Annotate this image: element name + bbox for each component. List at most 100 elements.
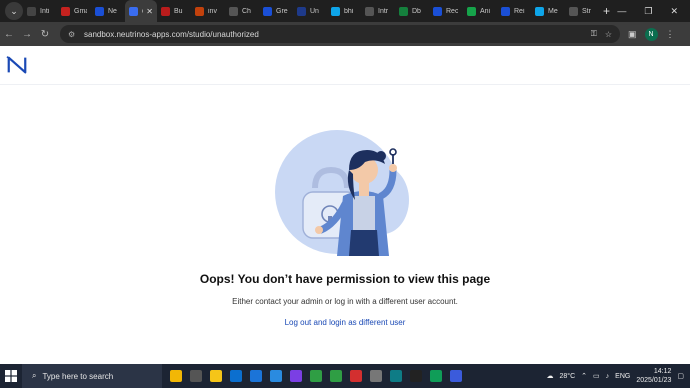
menu-dots-icon[interactable]: ⋮ — [666, 29, 675, 40]
weather-cloud-icon[interactable]: ☁ — [547, 372, 554, 380]
neutrinos-logo-icon[interactable] — [6, 54, 28, 76]
bluetooth-like-icon[interactable] — [446, 364, 466, 388]
reload-icon[interactable]: ↻ — [36, 29, 54, 40]
password-key-icon[interactable]: ⚿ — [591, 29, 597, 39]
browser-tab-strip: ⌄ Inti Gmail Ne α✕ Bu inv Ch Gre Un bhi Intr Db Rec A… — [0, 0, 690, 22]
browser-tab[interactable]: Gre — [259, 0, 293, 22]
app-tile — [310, 370, 322, 382]
close-window-icon[interactable]: ✕ — [670, 6, 678, 17]
tray-chevron-icon[interactable]: ⌃ — [581, 372, 587, 380]
store-icon[interactable] — [226, 364, 246, 388]
explorer-icon[interactable] — [206, 364, 226, 388]
notifications-icon[interactable]: ▢ — [677, 372, 684, 380]
tab-favicon-icon — [263, 6, 272, 16]
app-tile — [430, 370, 442, 382]
weather-temp[interactable]: 28°C — [560, 373, 576, 380]
browser-tab[interactable]: Inti — [23, 0, 57, 22]
system-tray: ☁ 28°C ⌃ ▭ ♪ ENG 14:12 2025/01/23 ▢ — [547, 367, 690, 385]
tab-label: Intr — [378, 7, 389, 15]
browser-tab[interactable]: inv — [191, 0, 225, 22]
browser-tab[interactable]: Ne — [91, 0, 125, 22]
browser-tab[interactable]: Ch — [225, 0, 259, 22]
browser-tab[interactable]: Me — [531, 0, 565, 22]
network-icon[interactable]: ▭ — [593, 372, 600, 380]
app-tile — [390, 370, 402, 382]
profile-avatar[interactable]: N — [644, 27, 658, 41]
close-tab-icon[interactable]: ✕ — [146, 7, 153, 16]
settings-icon[interactable] — [366, 364, 386, 388]
tab-label: Rei — [514, 7, 525, 15]
tab-favicon-icon — [399, 6, 408, 16]
forward-arrow-icon[interactable]: → — [18, 29, 36, 40]
tab-favicon-icon — [61, 6, 70, 16]
browser-tab[interactable]: Ani — [463, 0, 497, 22]
app-tile — [190, 370, 202, 382]
tab-favicon-icon — [27, 6, 36, 16]
tab-favicon-icon — [433, 6, 442, 16]
tab-favicon-icon — [569, 6, 578, 16]
extensions-icon[interactable]: ▣ — [628, 29, 637, 40]
app-tile — [230, 370, 242, 382]
tab-label: bhi — [344, 7, 354, 15]
clock[interactable]: 14:12 2025/01/23 — [636, 367, 671, 385]
restore-icon[interactable]: ❐ — [644, 6, 652, 17]
app-tile — [250, 370, 262, 382]
chrome-icon[interactable] — [306, 364, 326, 388]
tab-label: Ani — [480, 7, 491, 15]
file-explorer-folder-icon[interactable] — [166, 364, 186, 388]
tab-favicon-icon — [331, 6, 340, 16]
bookmark-star-icon[interactable]: ☆ — [605, 30, 612, 39]
url-text[interactable]: sandbox.neutrinos-apps.com/studio/unauth… — [84, 30, 583, 39]
windows-start-icon[interactable] — [0, 364, 22, 388]
windows-taskbar: ⌕ Type here to search ☁ 28°C ⌃ ▭ ♪ ENG 1… — [0, 364, 690, 388]
chrome-active-icon[interactable] — [326, 364, 346, 388]
browser-tab[interactable]: Un — [293, 0, 327, 22]
tab-favicon-icon — [501, 6, 510, 16]
edge-icon[interactable] — [426, 364, 446, 388]
taskbar-search-box[interactable]: ⌕ Type here to search — [22, 364, 162, 388]
snip-icon[interactable] — [386, 364, 406, 388]
task-view-icon[interactable] — [186, 364, 206, 388]
volume-icon[interactable]: ♪ — [606, 373, 610, 380]
browser-tab[interactable]: bhi — [327, 0, 361, 22]
back-arrow-icon[interactable]: ← — [0, 29, 18, 40]
browser-tab[interactable]: Intr — [361, 0, 395, 22]
search-placeholder: Type here to search — [42, 371, 114, 381]
edge-purple-icon[interactable] — [286, 364, 306, 388]
locked-access-illustration — [275, 130, 409, 256]
app-tile — [270, 370, 282, 382]
tab-label: Bu — [174, 7, 183, 15]
tab-favicon-icon — [535, 6, 544, 16]
tab-label: Rec — [446, 7, 459, 15]
page-description: Either contact your admin or log in with… — [232, 297, 458, 306]
language-indicator[interactable]: ENG — [615, 373, 630, 380]
browser-tab[interactable]: Str — [565, 0, 599, 22]
taskbar-apps — [166, 364, 466, 388]
new-tab-button[interactable]: + — [603, 4, 610, 18]
tab-label: Me — [548, 7, 558, 15]
browser-tab[interactable]: Db — [395, 0, 429, 22]
app-red-icon[interactable] — [346, 364, 366, 388]
tab-favicon-icon — [365, 6, 374, 16]
browser-tab[interactable]: Gmail — [57, 0, 91, 22]
logout-link[interactable]: Log out and login as different user — [0, 318, 690, 327]
terminal-icon[interactable] — [406, 364, 426, 388]
browser-tab[interactable]: Bu — [157, 0, 191, 22]
tab-favicon-icon — [195, 6, 204, 16]
clock-time: 14:12 — [653, 368, 672, 375]
tab-favicon-icon — [229, 6, 238, 16]
toolbar-right: ▣ N ⋮ — [628, 27, 675, 41]
browser-tab[interactable]: α✕ — [125, 0, 157, 22]
site-info-icon[interactable]: ⚙ — [68, 30, 80, 39]
photos-icon[interactable] — [246, 364, 266, 388]
address-bar[interactable]: ⚙ sandbox.neutrinos-apps.com/studio/unau… — [60, 25, 620, 43]
browser-tab[interactable]: Rei — [497, 0, 531, 22]
tab-label: Ne — [108, 7, 117, 15]
tab-favicon-icon — [129, 6, 138, 16]
app-tile — [290, 370, 302, 382]
vscode-icon[interactable] — [266, 364, 286, 388]
minimize-icon[interactable]: — — [617, 6, 626, 17]
browser-tab[interactable]: Rec — [429, 0, 463, 22]
tab-search-chevron-icon[interactable]: ⌄ — [5, 2, 23, 20]
browser-toolbar: ← → ↻ ⚙ sandbox.neutrinos-apps.com/studi… — [0, 22, 690, 46]
